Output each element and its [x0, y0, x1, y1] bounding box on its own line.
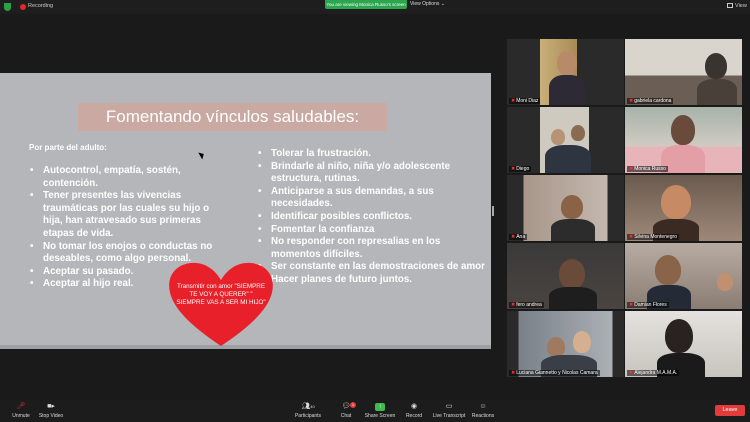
reactions-label: Reactions	[471, 413, 495, 419]
recording-icon	[20, 4, 26, 10]
participant-tile[interactable]: ✖Moni Diaz	[507, 39, 624, 105]
participant-tile[interactable]: ✖Alejandra M.A.M.A.	[625, 311, 742, 377]
muted-mic-icon: ✖	[511, 370, 516, 376]
muted-mic-icon: ✖	[511, 234, 516, 240]
top-bar: Recording You are viewing Monica Russo's…	[0, 0, 750, 14]
meeting-toolbar: 🎤︎ Unmute ■▸ Stop Video 👥︎40 Participant…	[0, 400, 750, 422]
share-screen-icon: ↑	[375, 403, 385, 411]
list-item: Fomentar la confianza	[256, 224, 488, 237]
slide-subheading: Por parte del adulto:	[29, 143, 107, 152]
muted-mic-icon: ✖	[629, 370, 634, 376]
participants-button[interactable]: 👥︎40 Participants	[293, 403, 323, 419]
mouse-cursor-icon	[198, 150, 206, 160]
recording-label: Recording	[28, 3, 54, 9]
list-item: Tolerar la frustración.	[256, 148, 488, 161]
record-label: Record	[405, 413, 423, 419]
leave-button[interactable]: Leave	[715, 405, 745, 416]
security-shield-icon[interactable]	[4, 3, 11, 11]
list-item: Identificar posibles conflictos.	[256, 211, 488, 224]
muted-mic-icon: ✖	[629, 234, 634, 240]
record-button[interactable]: ◉ Record	[404, 403, 424, 419]
muted-mic-icon: ✖	[629, 302, 634, 308]
list-item: Tener presentes las vivencias traumática…	[28, 190, 220, 240]
view-options-button[interactable]: View Options ⌄	[410, 1, 445, 7]
participant-tile[interactable]: ✖Ana	[507, 175, 624, 241]
participant-name: ✖Ana	[509, 234, 528, 240]
participant-name: ✖gabriela cardona	[627, 98, 674, 104]
closed-captions-icon: ▭	[445, 403, 453, 410]
muted-mic-icon: ✖	[511, 98, 516, 104]
participant-name: ✖Silvina Montenegro	[627, 234, 680, 240]
list-item: Hacer planes de futuro juntos.	[256, 274, 488, 287]
video-camera-icon: ■▸	[47, 403, 55, 410]
participant-name: ✖Alejandra M.A.M.A.	[627, 370, 680, 376]
mic-muted-icon: 🎤︎	[16, 403, 26, 410]
participant-tile[interactable]: ✖Diego	[507, 107, 624, 173]
share-screen-label: Share Screen	[364, 413, 396, 419]
stop-video-label: Stop Video	[38, 413, 64, 419]
participant-tile[interactable]: ✖gabriela cardona	[625, 39, 742, 105]
shared-screen-slide: Fomentando vínculos saludables: Por part…	[0, 73, 491, 349]
reactions-button[interactable]: ☺ Reactions	[471, 403, 495, 419]
participants-count: 40	[310, 404, 315, 409]
participant-name: ✖Moni Diaz	[509, 98, 541, 104]
view-button-label: View	[735, 3, 747, 9]
viewing-screen-banner: You are viewing Monica Russo's screen	[325, 0, 407, 9]
participant-tile[interactable]: ✖Silvina Montenegro	[625, 175, 742, 241]
unmute-label: Unmute	[12, 413, 30, 419]
muted-mic-icon: ✖	[511, 166, 516, 172]
list-item: Autocontrol, empatía, sostén, contención…	[28, 165, 220, 190]
participant-tile[interactable]: ✖fero andrea	[507, 243, 624, 309]
panel-resize-handle[interactable]	[492, 206, 494, 216]
participant-tile[interactable]: ✖Damian Flores	[625, 243, 742, 309]
participant-name: ✖Monica Russo	[627, 166, 668, 172]
stop-video-button[interactable]: ■▸ Stop Video	[38, 403, 64, 419]
participants-label: Participants	[294, 413, 322, 419]
view-button[interactable]: View	[727, 3, 747, 9]
share-screen-button[interactable]: ↑ Share Screen	[364, 403, 396, 419]
list-item: Anticiparse a sus demandas, a sus necesi…	[256, 186, 488, 211]
record-icon: ◉	[410, 403, 418, 410]
chat-unread-badge: 1	[350, 402, 356, 408]
right-bullet-list: Tolerar la frustración. Brindarle al niñ…	[256, 148, 488, 287]
participant-name: ✖fero andrea	[509, 302, 544, 308]
list-item: Brindarle al niño, niña y/o adolescente …	[256, 161, 488, 186]
list-item: No responder con represalias en los mome…	[256, 236, 488, 261]
chat-label: Chat	[340, 413, 352, 419]
list-item: Ser constante en las demostraciones de a…	[256, 261, 488, 274]
muted-mic-icon: ✖	[629, 166, 634, 172]
participants-icon: 👥︎40	[301, 403, 315, 410]
muted-mic-icon: ✖	[629, 98, 634, 104]
live-transcript-button[interactable]: ▭ Live Transcript	[431, 403, 467, 419]
heart-caption: Transmitir con amor "SIEMPRE TE VOY A QU…	[176, 283, 266, 306]
participant-tile-active-speaker[interactable]: ✖Monica Russo	[625, 107, 742, 173]
participant-name: ✖Luciana Giannetto y Nicolas Camara	[509, 370, 600, 376]
unmute-button[interactable]: 🎤︎ Unmute	[10, 403, 32, 419]
grid-icon	[727, 3, 733, 9]
participant-tile[interactable]: ✖Luciana Giannetto y Nicolas Camara	[507, 311, 624, 377]
participant-name: ✖Damian Flores	[627, 302, 669, 308]
muted-mic-icon: ✖	[511, 302, 516, 308]
live-transcript-label: Live Transcript	[432, 413, 466, 419]
participant-name: ✖Diego	[509, 166, 532, 172]
slide-title: Fomentando vínculos saludables:	[78, 103, 387, 131]
smiley-icon: ☺	[479, 403, 487, 410]
